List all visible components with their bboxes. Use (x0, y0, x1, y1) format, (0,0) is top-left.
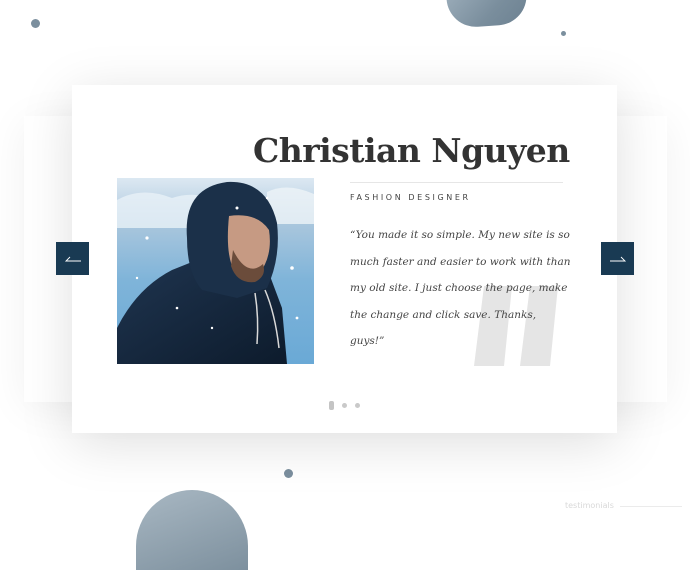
person-name: Christian Nguyen (253, 131, 570, 170)
arrow-left-icon (64, 256, 81, 261)
divider (350, 182, 563, 183)
pager-dot-active[interactable] (329, 401, 334, 410)
pager (329, 401, 368, 410)
testimonial-quote: “You made it so simple. My new site is s… (350, 229, 571, 347)
decorative-dot (561, 31, 566, 36)
person-role: FASHION DESIGNER (350, 193, 471, 202)
footer-line (620, 506, 682, 507)
arrow-right-icon (609, 256, 626, 261)
prev-button[interactable] (56, 242, 89, 275)
footer-label: testimonials (565, 501, 614, 510)
decorative-dot (284, 469, 293, 478)
profile-photo (117, 178, 314, 364)
pager-dot[interactable] (355, 403, 360, 408)
decorative-blob-bottom (136, 490, 248, 570)
decorative-dot (31, 19, 40, 28)
decorative-blob-top (445, 0, 529, 29)
next-button[interactable] (601, 242, 634, 275)
pager-dot[interactable] (342, 403, 347, 408)
